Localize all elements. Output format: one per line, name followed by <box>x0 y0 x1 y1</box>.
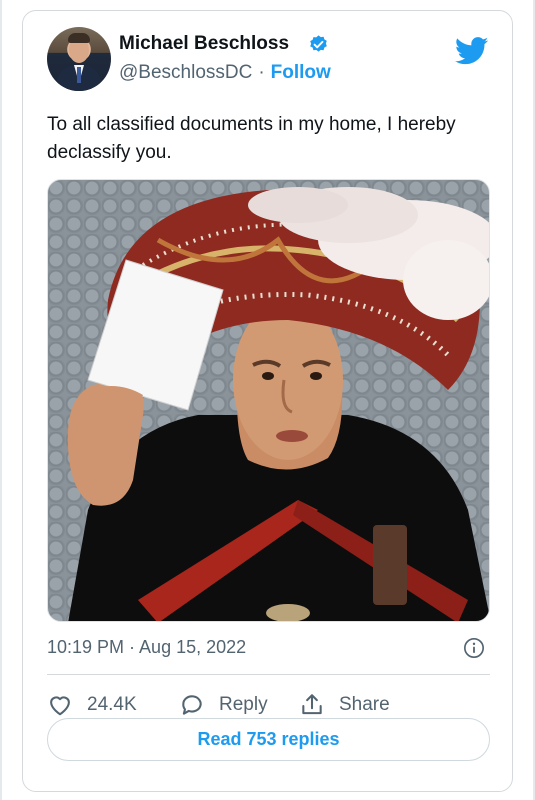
divider <box>47 674 490 675</box>
read-replies-button[interactable]: Read 753 replies <box>47 718 490 761</box>
tweet-timestamp[interactable]: 10:19 PM · Aug 15, 2022 <box>47 637 246 658</box>
reply-label: Reply <box>219 694 268 715</box>
author-handle[interactable]: @BeschlossDC <box>119 62 252 83</box>
separator-dot: · <box>258 62 265 83</box>
tweet-card: Michael Beschloss @BeschlossDC · Follow To… <box>22 10 513 792</box>
tweet-text: To all classified documents in my home, … <box>47 114 456 163</box>
reply-button[interactable]: Reply <box>179 690 268 720</box>
action-bar: 24.4K Reply Share <box>47 690 490 720</box>
share-button[interactable]: Share <box>299 690 390 720</box>
twitter-bird-icon[interactable] <box>455 37 489 65</box>
author-name[interactable]: Michael Beschloss <box>119 33 289 55</box>
like-count: 24.4K <box>87 694 137 715</box>
reply-bubble-icon <box>182 695 202 715</box>
avatar[interactable] <box>47 27 111 91</box>
heart-icon <box>50 696 70 716</box>
page-edge-left <box>0 0 2 800</box>
share-label: Share <box>339 694 390 715</box>
follow-button[interactable]: Follow <box>271 62 331 83</box>
share-icon <box>302 694 322 715</box>
info-icon[interactable] <box>463 637 485 659</box>
author-handle-row: @BeschlossDC · Follow <box>119 62 331 84</box>
verified-badge-icon <box>310 35 327 52</box>
avatar-tie <box>77 67 81 83</box>
photo-illustration <box>67 187 489 621</box>
like-button[interactable]: 24.4K <box>47 690 137 720</box>
avatar-hair <box>68 33 90 43</box>
tweet-photo[interactable] <box>47 179 490 622</box>
